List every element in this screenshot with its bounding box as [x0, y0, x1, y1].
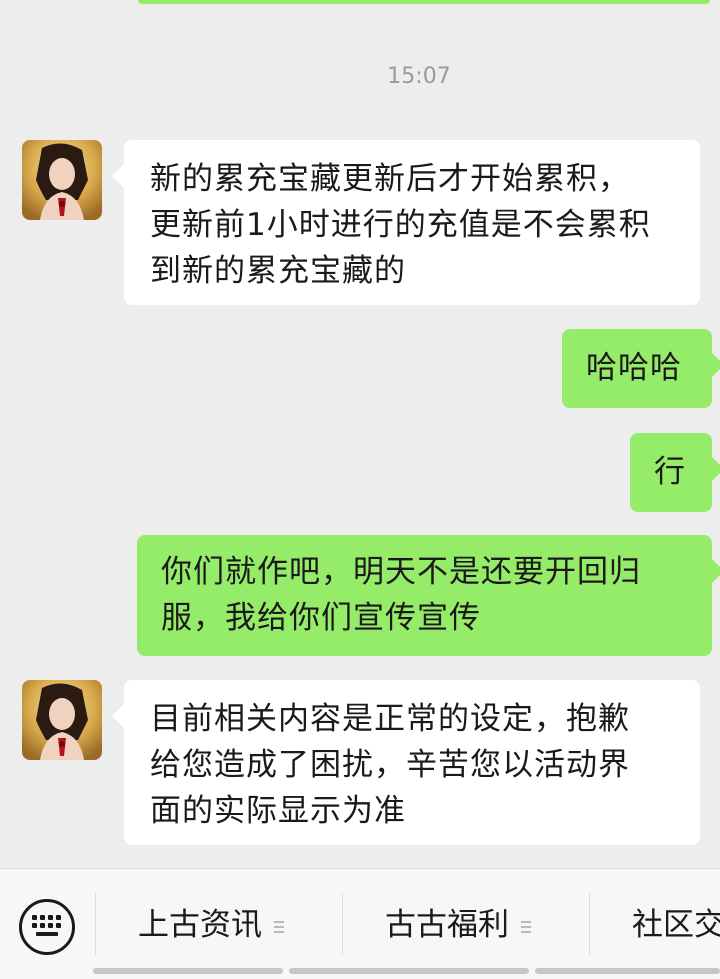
message-line: 到新的累充宝藏的: [150, 253, 406, 289]
menu-item-label: 古古福利: [385, 907, 509, 943]
message-line: 更新前1小时进行的充值是不会累积: [150, 207, 651, 243]
message-bubble-outgoing[interactable]: 行: [630, 433, 720, 512]
message-line: 目前相关内容是正常的设定，抱歉: [150, 701, 630, 737]
bottom-menu-bar: 上古资讯 古古福利 社区交: [0, 868, 720, 979]
message-line: 服，我给你们宣传宣传: [161, 600, 481, 636]
menu-item-community[interactable]: 社区交: [632, 899, 720, 951]
message-bubble-incoming[interactable]: 新的累充宝藏更新后才开始累积， 更新前1小时进行的充值是不会累积 到新的累充宝藏…: [112, 140, 700, 305]
divider: [589, 893, 590, 955]
message-line: 行: [654, 454, 686, 490]
timestamp: 15:07: [387, 64, 451, 89]
message-bubble-outgoing[interactable]: 哈哈哈: [562, 329, 720, 408]
divider: [95, 893, 96, 955]
menu-item-label: 上古资讯: [138, 907, 262, 943]
menu-item-gugu-welfare[interactable]: 古古福利: [385, 899, 531, 951]
message-line: 面的实际显示为准: [150, 793, 406, 829]
divider: [342, 893, 343, 955]
previous-message-bubble[interactable]: [138, 0, 710, 4]
menu-lines-icon: [521, 918, 531, 936]
keyboard-icon[interactable]: [19, 899, 75, 955]
menu-item-label: 社区交: [632, 907, 720, 943]
chat-area[interactable]: 15:07 新的累充宝藏更新后才开始累积， 更新前1小时进行的充值是不会累积 到…: [0, 0, 720, 868]
message-line: 给您造成了困扰，辛苦您以活动界: [150, 747, 630, 783]
menu-scroll-indicator: [93, 968, 720, 978]
message-line: 你们就作吧，明天不是还要开回归: [161, 554, 641, 590]
menu-item-shanggu-news[interactable]: 上古资讯: [138, 899, 284, 951]
message-line: 新的累充宝藏更新后才开始累积，: [150, 161, 630, 197]
message-bubble-incoming[interactable]: 目前相关内容是正常的设定，抱歉 给您造成了困扰，辛苦您以活动界 面的实际显示为准: [112, 680, 700, 845]
message-line: 哈哈哈: [586, 350, 682, 386]
message-bubble-outgoing[interactable]: 你们就作吧，明天不是还要开回归 服，我给你们宣传宣传: [137, 535, 720, 656]
avatar[interactable]: [22, 680, 102, 760]
avatar[interactable]: [22, 140, 102, 220]
avatar-image: [22, 140, 102, 220]
avatar-image: [22, 680, 102, 760]
menu-lines-icon: [274, 918, 284, 936]
